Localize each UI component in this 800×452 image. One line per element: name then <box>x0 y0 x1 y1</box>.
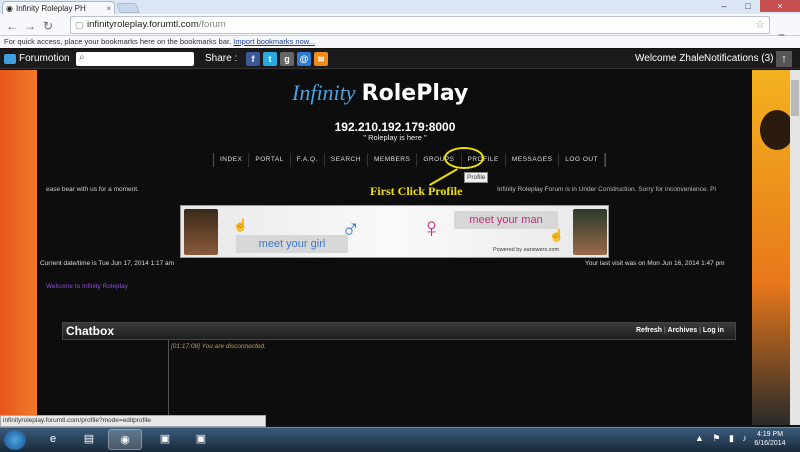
chatbox-refresh[interactable]: Refresh <box>636 327 662 334</box>
import-bookmarks-link[interactable]: Import bookmarks now... <box>233 37 315 46</box>
nav-search[interactable]: Search <box>325 153 368 167</box>
current-datetime: Current date/time is Tue Jun 17, 2014 1:… <box>40 260 175 267</box>
bookmarks-message: For quick access, place your bookmarks h… <box>4 37 232 46</box>
chatbox-divider <box>168 340 169 425</box>
ad-girl-photo <box>184 209 218 255</box>
search-icon: ⌕ <box>79 52 85 63</box>
welcome-user[interactable]: Welcome Zhale <box>635 53 704 64</box>
reload-icon[interactable]: ↻ <box>40 19 56 33</box>
chatbox-message: [01:17:08] You are disconnected. <box>171 343 266 350</box>
server-ip: 192.210.192.179:8000 <box>334 120 456 134</box>
nav-logout[interactable]: Log out <box>559 153 606 167</box>
bookmarks-bar: For quick access, place your bookmarks h… <box>0 36 800 48</box>
twitter-icon[interactable]: t <box>263 52 277 66</box>
profile-tooltip: Profile <box>464 172 489 183</box>
chatbox-archives[interactable]: Archives <box>668 327 698 334</box>
clock-date: 6/16/2014 <box>754 440 786 447</box>
internet-explorer-icon[interactable]: e <box>36 429 70 450</box>
welcome-message: Welcome to Infinity Roleplay <box>46 283 128 290</box>
game-app-icon[interactable]: ▣ <box>148 429 182 450</box>
ad-meet-man-button[interactable]: meet your man <box>454 211 558 229</box>
url-path: /forum <box>198 19 226 30</box>
clock-time: 4:19 PM <box>756 431 784 438</box>
separator: | <box>699 327 701 334</box>
main-nav: Index Portal F.A.Q. Search Members Group… <box>213 153 607 167</box>
game-app-icon-2[interactable]: ▣ <box>184 429 218 450</box>
page-icon: ▢ <box>75 20 84 30</box>
left-background-art <box>0 70 37 425</box>
back-arrow-icon[interactable]: ← <box>4 19 20 33</box>
site-tagline: " Roleplay is here " <box>363 133 427 142</box>
forumotion-toolbar: Forumotion ⌕ Share : f t g @ ≋ Welcome Z… <box>0 49 800 69</box>
message-time: [01:17:08] <box>171 343 200 350</box>
page-scrollbar[interactable] <box>790 70 800 425</box>
facebook-icon[interactable]: f <box>246 52 260 66</box>
chatbox-header <box>62 322 736 340</box>
close-tab-icon[interactable]: × <box>106 4 111 13</box>
site-logo[interactable]: Infinity RolePlay <box>292 80 468 106</box>
character-art <box>760 110 794 150</box>
file-explorer-icon[interactable]: ▤ <box>72 429 106 450</box>
logo-roleplay: RolePlay <box>361 81 469 106</box>
female-symbol-icon: ♀ <box>421 212 442 243</box>
browser-tab[interactable]: ◉ Infinity Roleplay PH × <box>2 1 115 14</box>
chatbox-links: Refresh | Archives | Log in <box>636 327 724 334</box>
address-bar[interactable]: ▢ infinityroleplay.forumtl.com/forum ☆ <box>70 16 770 34</box>
email-icon[interactable]: @ <box>297 52 311 66</box>
last-visit: Your last visit was on Mon Jun 16, 2014 … <box>585 260 725 267</box>
scrolling-notice: ease bear with us for a moment. <box>46 186 139 193</box>
construction-notice: Infinity Roleplay Forum is in Under Cons… <box>497 186 716 193</box>
rss-icon[interactable]: ≋ <box>314 52 328 66</box>
forumotion-logo[interactable]: Forumotion <box>4 53 70 64</box>
bookmark-star-icon[interactable]: ☆ <box>755 17 765 33</box>
scroll-top-icon[interactable]: ↑ <box>776 51 792 67</box>
hand-cursor-icon: ☝ <box>233 218 248 232</box>
ad-banner[interactable]: ☝ meet your girl ♂ ♀ meet your man ☝ Pow… <box>180 205 609 258</box>
nav-messages[interactable]: Messages <box>506 153 560 167</box>
tab-title: Infinity Roleplay PH <box>15 3 86 13</box>
male-symbol-icon: ♂ <box>341 214 361 244</box>
forward-arrow-icon[interactable]: → <box>22 19 38 33</box>
taskbar-clock[interactable]: 4:19 PM 6/16/2014 <box>750 430 790 448</box>
annotation-text: First Click Profile <box>370 184 463 198</box>
start-button[interactable] <box>4 430 26 450</box>
browser-toolbar: ← → ↻ ▢ infinityroleplay.forumtl.com/for… <box>0 14 800 44</box>
forumotion-brand: Forumotion <box>19 53 70 64</box>
scrollbar-thumb[interactable] <box>791 80 799 116</box>
nav-faq[interactable]: F.A.Q. <box>291 153 325 167</box>
close-window-icon[interactable]: × <box>760 0 800 12</box>
status-bar-url: infinityroleplay.forumtl.com/profile?mod… <box>0 415 266 427</box>
chatbox-title: Chatbox <box>66 324 114 338</box>
system-tray[interactable]: ▲ ⚑ ▮ ♪ <box>695 433 750 444</box>
nav-portal[interactable]: Portal <box>249 153 291 167</box>
url-host: infinityroleplay.forumtl.com <box>87 19 199 30</box>
notifications-link[interactable]: Notifications (3) <box>704 53 773 64</box>
nav-members[interactable]: Members <box>368 153 418 167</box>
logo-infinity: Infinity <box>292 80 356 105</box>
message-text: You are disconnected. <box>201 343 266 350</box>
google-plus-icon[interactable]: g <box>280 52 294 66</box>
forum-search-input[interactable]: ⌕ <box>76 52 194 66</box>
forumotion-icon <box>4 53 16 64</box>
hand-cursor-icon: ☝ <box>549 228 564 242</box>
ad-powered-by: Powered by eanswers.com <box>493 247 560 253</box>
chatbox-login[interactable]: Log in <box>703 327 724 334</box>
nav-index[interactable]: Index <box>214 153 250 167</box>
separator: | <box>664 327 666 334</box>
ad-meet-girl-button[interactable]: meet your girl <box>236 235 348 253</box>
ad-man-photo <box>573 209 607 255</box>
share-label: Share : <box>205 53 238 64</box>
window-controls: – □ × <box>712 0 800 12</box>
minimize-icon[interactable]: – <box>712 0 736 12</box>
maximize-icon[interactable]: □ <box>736 0 760 12</box>
chrome-taskbar-icon[interactable]: ◉ <box>108 429 142 450</box>
chrome-favicon-icon: ◉ <box>6 3 13 13</box>
new-tab-button[interactable] <box>116 3 140 13</box>
